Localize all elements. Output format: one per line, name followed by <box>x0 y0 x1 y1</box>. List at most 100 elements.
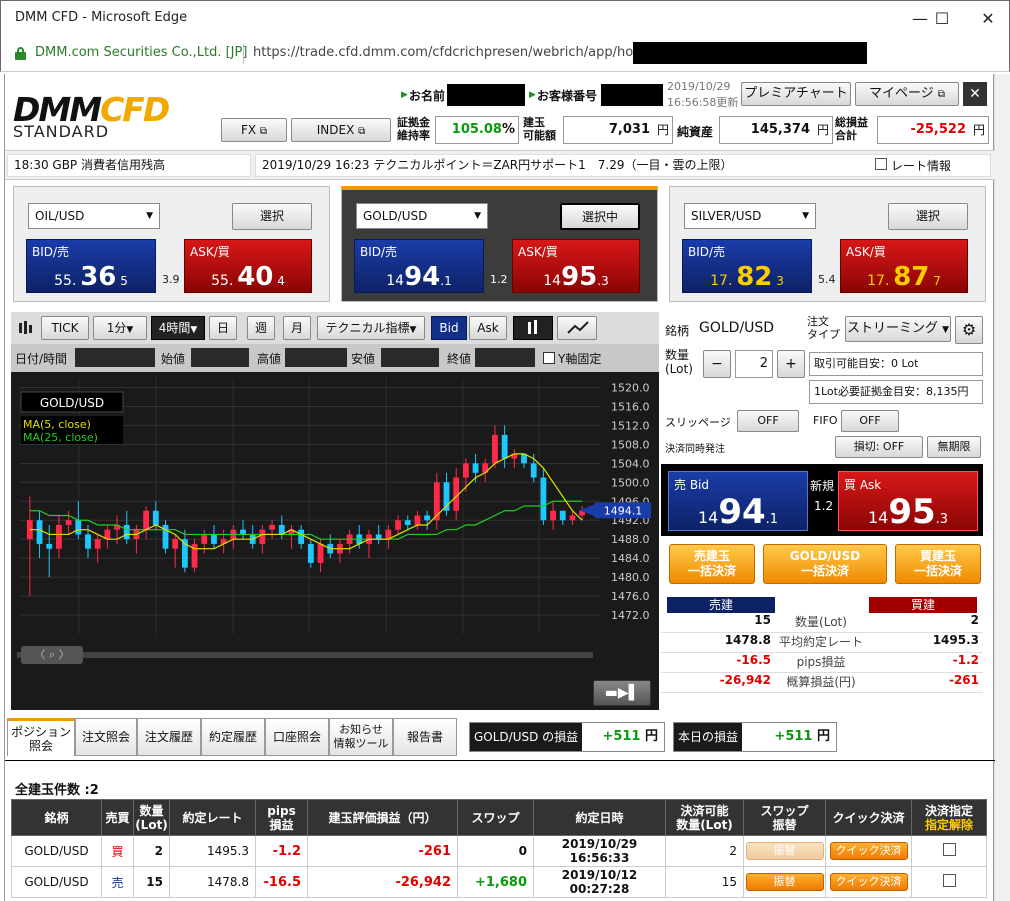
chart-range-slider[interactable] <box>17 652 593 658</box>
day-button[interactable]: 日 <box>209 316 237 340</box>
candle-body <box>433 482 440 521</box>
settle-all-symbol-button[interactable]: GOLD/USD 一括決済 <box>763 544 887 584</box>
settle-all-sell-button[interactable]: 売建玉 一括決済 <box>669 544 755 584</box>
month-button[interactable]: 月 <box>283 316 311 340</box>
qty-plus-button[interactable]: + <box>777 350 805 378</box>
trading-app: DMMCFD STANDARD ▶ お名前 ▶ お客様番号 2019/10/29… <box>4 74 995 901</box>
fx-button[interactable]: FX ⧉ <box>221 118 287 142</box>
tick-button[interactable]: TICK <box>41 316 89 340</box>
candlestick-type-button[interactable] <box>513 316 553 340</box>
yaxis-fix-checkbox[interactable] <box>543 352 555 364</box>
index-button[interactable]: INDEX ⧉ <box>291 118 391 142</box>
tab-news-tools[interactable]: お知らせ 情報ツール <box>329 718 393 756</box>
fx-label: FX <box>240 123 257 137</box>
select-button-silver[interactable]: 選択 <box>888 203 968 230</box>
tab-reports[interactable]: 報告書 <box>393 718 457 756</box>
rate-info-checkbox[interactable] <box>875 158 887 170</box>
col-swap-transfer: スワップ 振替 <box>743 799 826 836</box>
select-button-gold[interactable]: 選択中 <box>560 203 640 230</box>
bottom-tabs: ポジション 照会 注文照会 注文履歴 約定履歴 口座照会 お知らせ 情報ツール … <box>7 718 995 758</box>
fifo-toggle[interactable]: OFF <box>841 410 899 432</box>
mypage-button[interactable]: マイページ ⧉ <box>855 82 959 106</box>
chart-scroll-buttons[interactable]: 〈 ⌕ 〉 <box>21 646 83 664</box>
bid-toggle[interactable]: Bid <box>431 316 467 340</box>
ask-silver[interactable]: ASK/買 17. 87 7 <box>840 239 968 293</box>
table-row[interactable]: GOLD/USD 買 2 1495.3 -1.2 -261 0 2019/10/… <box>11 835 987 867</box>
quick-settle-button[interactable]: クイック決済 <box>829 873 908 891</box>
technical-indicator-select[interactable]: テクニカル指標▼ <box>317 316 425 340</box>
bid-gold[interactable]: BID/売 1494.1 <box>354 239 484 293</box>
premium-chart-button[interactable]: プレミアチャート <box>741 82 851 106</box>
y-tick-label: 1520.0 <box>611 381 650 394</box>
week-button[interactable]: 週 <box>247 316 275 340</box>
site-identity[interactable]: DMM.com Securities Co.,Ltd. [JP] <box>35 45 247 60</box>
swap-transfer-button[interactable]: 振替 <box>745 873 824 891</box>
candle-body <box>559 510 566 521</box>
swap-transfer-button[interactable]: 振替 <box>745 842 824 860</box>
tab-account[interactable]: 口座照会 <box>265 718 329 756</box>
qty-input[interactable]: 2 <box>735 350 773 378</box>
select-button-oil[interactable]: 選択 <box>232 203 312 230</box>
table-row[interactable]: GOLD/USD 売 15 1478.8 -16.5 -26,942 +1,68… <box>11 866 987 898</box>
buy-ask-button[interactable]: 買 Ask 1495.3 <box>838 471 978 532</box>
today-pl-unit: 円 <box>816 729 830 744</box>
deselect-link[interactable]: 指定解除 <box>925 818 973 832</box>
tab-positions[interactable]: ポジション 照会 <box>7 718 75 756</box>
bid-oil[interactable]: BID/売 55. 36 5 <box>26 239 156 293</box>
high-label: 高値 <box>257 352 282 366</box>
bid-price-prefix: 55. <box>54 273 77 289</box>
bid-silver[interactable]: BID/売 17. 82 3 <box>682 239 812 293</box>
tab-execution-history[interactable]: 約定履歴 <box>201 718 265 756</box>
gear-icon[interactable]: ⚙ <box>955 316 983 344</box>
jump-latest-button[interactable]: ▬▶▌ <box>593 680 651 706</box>
url-field[interactable]: https://trade.cfd.dmm.com/cfdcrichpresen… <box>253 45 683 60</box>
interval-select-4h[interactable]: 4時間▼ <box>151 316 205 340</box>
address-bar: DMM.com Securities Co.,Ltd. [JP] https:/… <box>0 36 1010 72</box>
ask-price-main: 40 <box>237 262 274 292</box>
symbol-pl-value: +511 円 <box>602 723 658 751</box>
settle-checkbox[interactable] <box>942 874 956 887</box>
candle-settings-icon[interactable] <box>17 320 33 336</box>
row-rate: 1495.3 <box>169 835 256 867</box>
page-scrollbar[interactable] <box>994 74 1010 901</box>
symbol-select-gold[interactable]: GOLD/USD ▼ <box>356 203 488 229</box>
ask-gold[interactable]: ASK/買 1495.3 <box>512 239 640 293</box>
slippage-toggle[interactable]: OFF <box>737 410 799 432</box>
bid-price-prefix: 17. <box>710 273 733 289</box>
window-title: DMM CFD - Microsoft Edge <box>15 10 188 25</box>
economic-event[interactable]: 18:30 GBP 消費者信用残高 <box>7 154 251 177</box>
qty-minus-button[interactable]: − <box>703 350 731 378</box>
positions-table: 銘柄 売買 数量 (Lot) 約定レート pips 損益 建玉評価損益（円） ス… <box>11 799 987 898</box>
low-label: 安値 <box>351 352 376 366</box>
candle-body <box>530 463 537 478</box>
symbol-select-silver[interactable]: SILVER/USD ▼ <box>684 203 816 229</box>
settle-checkbox[interactable] <box>942 843 956 856</box>
close-app-button[interactable]: ✕ <box>963 82 987 106</box>
symbol-select-oil[interactable]: OIL/USD ▼ <box>28 203 160 229</box>
summary-row: 1478.8 平均約定レート 1495.3 <box>661 633 983 653</box>
quick-settle-button[interactable]: クイック決済 <box>829 842 908 860</box>
sell-bid-button[interactable]: 売 Bid 1494.1 <box>668 471 808 532</box>
col-settle-qty: 決済可能 数量(Lot) <box>665 799 744 836</box>
ask-toggle[interactable]: Ask <box>469 316 507 340</box>
order-type-select[interactable]: ストリーミング ▼ <box>845 316 951 342</box>
line-type-button[interactable] <box>557 316 597 340</box>
maximize-button[interactable]: ☐ <box>919 5 965 33</box>
interval-select-1m[interactable]: 1分▼ <box>93 316 147 340</box>
settle-all-buy-button[interactable]: 買建玉 一括決済 <box>895 544 981 584</box>
bid-label: BID/売 <box>688 245 726 259</box>
tab-order-history[interactable]: 注文履歴 <box>137 718 201 756</box>
sell-qty: 15 <box>754 613 771 627</box>
close-window-button[interactable]: ✕ <box>965 5 1010 33</box>
price-chart[interactable]: 1520.01516.01512.01508.01504.01500.01496… <box>11 372 659 648</box>
tab-orders[interactable]: 注文照会 <box>75 718 137 756</box>
expiry-select[interactable]: 無期限 <box>927 436 981 458</box>
chevron-down-icon: ▼ <box>942 325 950 335</box>
candle-body <box>404 520 411 525</box>
margin-per-lot: 1Lot必要証拠金目安：8,135円 <box>809 380 983 404</box>
bid-price-suffix: .1 <box>440 274 452 288</box>
ask-oil[interactable]: ASK/買 55. 40 4 <box>184 239 312 293</box>
logo-cfd: CFD <box>100 90 170 129</box>
ask-price-prefix: 55. <box>211 273 234 289</box>
stoploss-toggle[interactable]: 損切: OFF <box>835 436 923 458</box>
